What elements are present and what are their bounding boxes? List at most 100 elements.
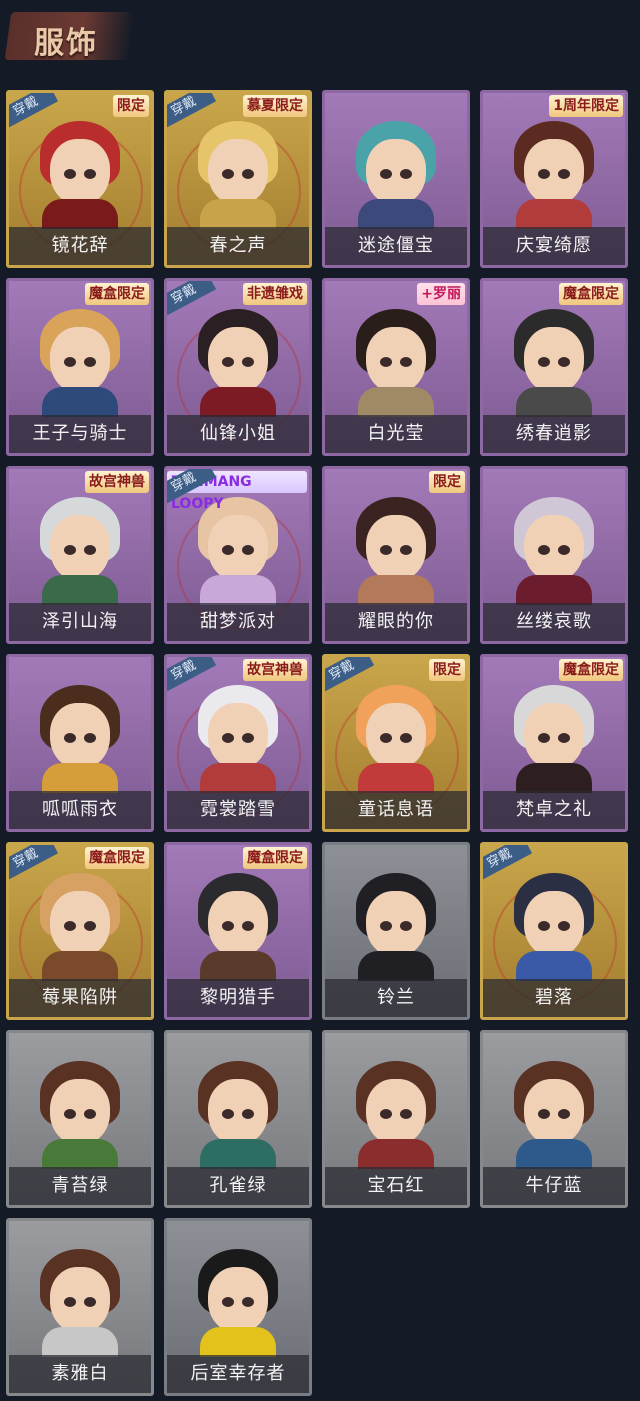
costume-card[interactable]: 素雅白 (6, 1218, 154, 1396)
limited-badge: 魔盒限定 (85, 283, 149, 305)
costume-card[interactable]: 牛仔蓝 (480, 1030, 628, 1208)
section-title: 服饰 (34, 26, 98, 61)
costume-name: 泽引山海 (42, 611, 118, 632)
outfit-shape (200, 387, 276, 417)
costume-name: 耀眼的你 (358, 611, 434, 632)
eye-right (400, 733, 412, 743)
outfit-shape (200, 951, 276, 981)
costume-card[interactable]: 呱呱雨衣 (6, 654, 154, 832)
costume-card[interactable]: 魔盒限定 绣春逍影 (480, 278, 628, 456)
face-shape (50, 1267, 110, 1333)
face-shape (524, 1079, 584, 1145)
face-shape (366, 327, 426, 393)
outfit-shape (200, 1139, 276, 1169)
outfit-shape (358, 1139, 434, 1169)
costume-card[interactable]: 限定耀眼的你 (322, 466, 470, 644)
face-shape (366, 891, 426, 957)
costume-name: 牛仔蓝 (525, 1175, 583, 1196)
eye-right (242, 733, 254, 743)
costume-card[interactable]: 丝缕哀歌 (480, 466, 628, 644)
limited-badge: 限定 (429, 471, 465, 493)
character-portrait (190, 299, 286, 417)
limited-badge: 魔盒限定 (243, 847, 307, 869)
character-portrait (32, 675, 128, 793)
face-shape (50, 515, 110, 581)
costume-card[interactable]: 青苔绿 (6, 1030, 154, 1208)
eye-right (84, 733, 96, 743)
costume-card[interactable]: 魔盒限定 穿戴 莓果陷阱 (6, 842, 154, 1020)
costume-card[interactable]: 限定 穿戴 镜花辞 (6, 90, 154, 268)
costume-name: 丝缕哀歌 (516, 611, 592, 632)
eye-right (242, 921, 254, 931)
eye-left (222, 1109, 234, 1119)
eye-left (380, 357, 392, 367)
outfit-shape (516, 1139, 592, 1169)
costume-name: 梵卓之礼 (516, 799, 592, 820)
eye-left (64, 921, 76, 931)
costume-card[interactable]: 孔雀绿 (164, 1030, 312, 1208)
face-shape (208, 327, 268, 393)
eye-left (64, 545, 76, 555)
costume-card[interactable]: 魔盒限定 梵卓之礼 (480, 654, 628, 832)
eye-left (64, 1109, 76, 1119)
eye-left (380, 921, 392, 931)
costume-card[interactable]: 铃兰 (322, 842, 470, 1020)
costume-card[interactable]: 限定 穿戴 童话息语 (322, 654, 470, 832)
face-shape (366, 515, 426, 581)
eye-right (242, 1109, 254, 1119)
outfit-shape (42, 763, 118, 793)
eye-right (242, 169, 254, 179)
limited-badge: 魔盒限定 (559, 283, 623, 305)
costume-name: 庆宴绮愿 (516, 235, 592, 256)
character-portrait (32, 111, 128, 229)
outfit-shape (42, 1139, 118, 1169)
costume-card[interactable]: +罗丽 白光莹 (322, 278, 470, 456)
eye-left (538, 1109, 550, 1119)
face-shape (50, 703, 110, 769)
outfit-shape (200, 1327, 276, 1357)
costume-card[interactable]: 非遗雏戏 穿戴 仙锋小姐 (164, 278, 312, 456)
eye-left (222, 1297, 234, 1307)
costume-name: 童话息语 (358, 799, 434, 820)
eye-right (84, 1109, 96, 1119)
eye-left (222, 357, 234, 367)
eye-left (64, 169, 76, 179)
section-header: 服饰 (0, 0, 640, 80)
outfit-shape (200, 763, 276, 793)
costume-name: 镜花辞 (51, 235, 109, 256)
costume-name: 素雅白 (51, 1363, 109, 1384)
eye-right (558, 357, 570, 367)
face-shape (50, 327, 110, 393)
costume-card[interactable]: ZANMANG LOOPY 穿戴 甜梦派对 (164, 466, 312, 644)
limited-badge: +罗丽 (417, 283, 465, 305)
face-shape (208, 703, 268, 769)
costume-card[interactable]: 魔盒限定 黎明猎手 (164, 842, 312, 1020)
costume-card[interactable]: 魔盒限定 王子与骑士 (6, 278, 154, 456)
costume-card[interactable]: 迷途僵宝 (322, 90, 470, 268)
costume-name: 春之声 (209, 235, 267, 256)
eye-left (538, 169, 550, 179)
outfit-shape (358, 763, 434, 793)
costume-card[interactable]: 后室幸存者 (164, 1218, 312, 1396)
eye-left (380, 733, 392, 743)
costume-name: 仙锋小姐 (200, 423, 276, 444)
costume-card[interactable]: 故宫神兽泽引山海 (6, 466, 154, 644)
eye-left (222, 921, 234, 931)
costume-card[interactable]: 1周年限定庆宴绮愿 (480, 90, 628, 268)
character-portrait (348, 111, 444, 229)
costume-name: 宝石红 (367, 1175, 425, 1196)
eye-right (400, 921, 412, 931)
face-shape (524, 139, 584, 205)
costume-card[interactable]: 慕夏限定 穿戴 春之声 (164, 90, 312, 268)
costume-name: 碧落 (535, 987, 573, 1008)
costume-card[interactable]: 故宫神兽 穿戴 霓裳踏雪 (164, 654, 312, 832)
outfit-shape (358, 575, 434, 605)
face-shape (50, 1079, 110, 1145)
costume-card[interactable]: 宝石红 (322, 1030, 470, 1208)
limited-badge: 故宫神兽 (85, 471, 149, 493)
face-shape (366, 703, 426, 769)
limited-badge: 1周年限定 (549, 95, 623, 117)
costume-card[interactable]: 穿戴 碧落 (480, 842, 628, 1020)
limited-badge: 限定 (113, 95, 149, 117)
eye-left (380, 545, 392, 555)
